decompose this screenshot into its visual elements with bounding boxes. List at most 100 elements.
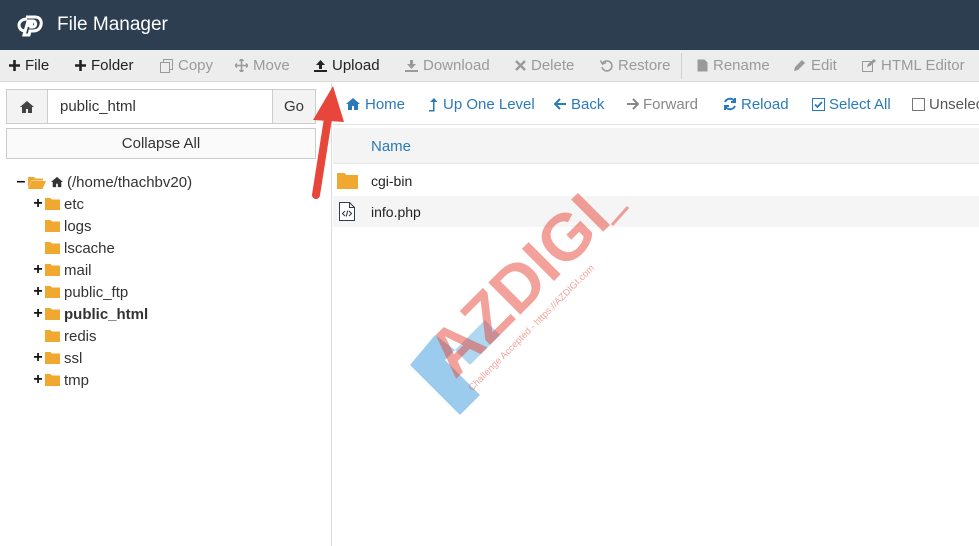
file-row[interactable]: info.php [333,196,979,227]
back-button[interactable]: Back [554,83,604,125]
tree-item-logs[interactable]: logs [45,215,92,237]
home-icon [346,98,360,110]
folder-icon [45,330,60,342]
restore-icon [600,60,613,72]
folder-icon [45,374,60,386]
restore-label: Restore [618,57,671,74]
folder-icon [45,352,60,364]
tree-root-label: (/home/thachbv20) [67,173,193,191]
tree-item-label: logs [64,217,92,235]
tree-item-label: lscache [64,239,115,257]
tree-item-label: mail [64,261,92,279]
forward-label: Forward [643,95,699,113]
up-one-level-button[interactable]: Up One Level [429,83,535,125]
folder-icon [45,286,60,298]
folder-icon [337,172,358,189]
tree-item-label: public_html [64,305,149,323]
code-file-icon [339,202,355,221]
file-name: cgi-bin [371,172,413,189]
go-button[interactable]: Go [272,89,316,124]
app-header: File Manager [0,0,979,50]
expand-toggle-icon[interactable]: + [33,306,43,322]
home-icon [20,100,34,113]
unselect-all-label: Unselec [929,95,979,113]
arrow-left-icon [554,98,566,110]
path-input[interactable] [47,89,273,124]
tree-item-label: ssl [64,349,83,367]
edit-square-icon [862,59,876,72]
path-bar: Go [6,89,316,124]
edit-label: Edit [811,57,837,74]
copy-icon [160,58,173,73]
tree-item-public-html[interactable]: + public_html [33,303,148,325]
delete-label: Delete [531,57,575,74]
edit-button[interactable]: Edit [793,50,837,81]
delete-button[interactable]: Delete [515,50,574,81]
rename-label: Rename [713,57,770,74]
up-one-level-label: Up One Level [443,95,535,113]
file-name: info.php [371,203,421,220]
close-icon [515,60,526,71]
tree-item-redis[interactable]: redis [45,325,97,347]
nav-home-label: Home [365,95,406,113]
folder-icon [45,198,60,210]
folder-icon [45,264,60,276]
new-folder-button[interactable]: Folder [75,50,134,81]
plus-icon [75,60,86,71]
move-icon [235,59,248,72]
reload-button[interactable]: Reload [723,83,789,125]
restore-button[interactable]: Restore [600,50,671,81]
file-icon [697,59,708,72]
back-label: Back [571,95,605,113]
copy-button[interactable]: Copy [160,50,213,81]
tree-item-lscache[interactable]: lscache [45,237,115,259]
tree-item-ssl[interactable]: + ssl [33,347,82,369]
tree-item-public-ftp[interactable]: + public_ftp [33,281,128,303]
html-editor-button[interactable]: HTML Editor [862,50,965,81]
reload-label: Reload [741,95,789,113]
plus-icon [9,60,20,71]
file-list-pane: Home Up One Level Back Forward Reload Se… [333,83,979,546]
download-button[interactable]: Download [405,50,490,81]
app-title: File Manager [57,14,168,35]
tree-item-label: public_ftp [64,283,129,301]
tree-root[interactable]: – (/home/thachbv20) [16,171,193,193]
tree-item-mail[interactable]: + mail [33,259,92,281]
tree-item-tmp[interactable]: + tmp [33,369,89,391]
tree-item-label: etc [64,195,85,213]
expand-toggle-icon[interactable]: + [33,262,43,278]
collapse-all-button[interactable]: Collapse All [6,128,316,159]
folder-open-icon [28,176,46,189]
move-button[interactable]: Move [235,50,290,81]
home-directory-button[interactable] [6,89,48,124]
forward-button[interactable]: Forward [626,83,698,125]
navigation-bar: Home Up One Level Back Forward Reload Se… [333,83,979,125]
collapse-toggle-icon[interactable]: – [16,174,26,190]
pencil-icon [794,60,805,71]
nav-home-button[interactable]: Home [345,83,405,125]
new-folder-label: Folder [91,57,134,74]
copy-label: Copy [178,57,214,74]
select-all-label: Select All [829,95,891,113]
expand-toggle-icon[interactable]: + [33,196,43,212]
level-up-icon [429,97,438,111]
upload-icon [314,60,327,72]
new-file-button[interactable]: File [9,50,49,81]
folder-icon [45,220,60,232]
toolbar-divider [681,53,682,79]
expand-toggle-icon[interactable]: + [33,372,43,388]
tree-item-label: tmp [64,371,90,389]
cpanel-logo-icon [17,15,43,37]
new-file-label: File [25,57,50,74]
tree-item-etc[interactable]: + etc [33,193,84,215]
unselect-all-button[interactable]: Unselec [912,83,979,125]
column-name-header[interactable]: Name [371,138,411,155]
expand-toggle-icon[interactable]: + [33,350,43,366]
expand-toggle-icon[interactable]: + [33,284,43,300]
file-row[interactable]: cgi-bin [333,165,979,196]
download-label: Download [423,57,490,74]
rename-button[interactable]: Rename [697,50,770,81]
select-all-button[interactable]: Select All [812,83,891,125]
upload-button[interactable]: Upload [314,50,380,81]
file-manager-app: File Manager File Folder Copy Move Uploa… [0,0,979,546]
